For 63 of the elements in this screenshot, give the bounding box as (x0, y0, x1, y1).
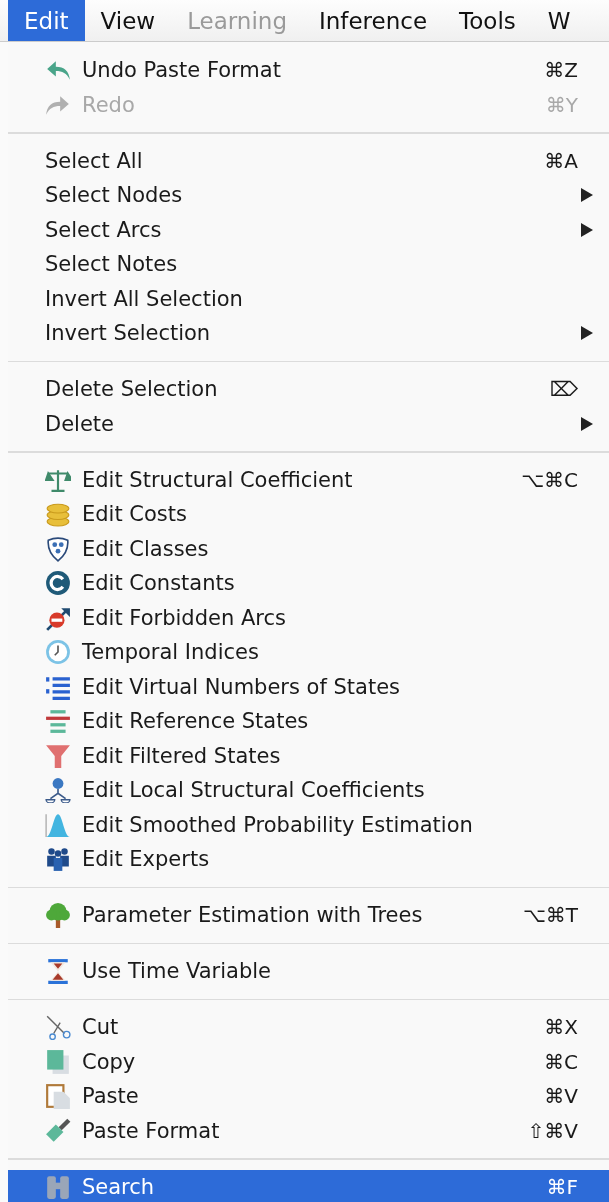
submenu-arrow-icon (580, 188, 593, 203)
menu-bar-item[interactable]: Tools (443, 0, 532, 41)
menu-item[interactable]: Select All ⌘A (8, 143, 609, 178)
menu-item[interactable]: Edit Costs (8, 497, 609, 532)
brush-icon (45, 1117, 71, 1144)
menu-item[interactable]: Cut ⌘X (8, 1010, 609, 1045)
menu-item[interactable]: Delete (8, 406, 609, 441)
bell-curve-icon (45, 811, 71, 838)
menu-item[interactable]: Select Arcs (8, 212, 609, 247)
menu-item[interactable]: Undo Paste Format ⌘Z (8, 53, 609, 88)
shortcut-label: ⌦ (549, 377, 578, 402)
menu-item[interactable]: Edit Constants (8, 566, 609, 601)
menu-item[interactable]: Temporal Indices (8, 635, 609, 670)
menu-bar-item[interactable]: W (531, 0, 587, 41)
people-icon (45, 846, 71, 873)
menu-item[interactable]: Invert Selection (8, 316, 609, 351)
menu-item[interactable]: Paste Format ⇧⌘V (8, 1113, 609, 1148)
shortcut-label: ⌘V (544, 1084, 578, 1109)
menu-item[interactable]: Select Nodes (8, 178, 609, 213)
shortcut-label: ⌘C (544, 1049, 578, 1074)
shortcut-label: ⇧⌘V (527, 1118, 578, 1143)
menu-item[interactable]: Select Notes (8, 247, 609, 282)
menu-item[interactable]: Edit Smoothed Probability Estimation (8, 807, 609, 842)
menu-bar-item[interactable]: Inference (303, 0, 444, 41)
menu-item[interactable]: Parameter Estimation with Trees ⌥⌘T (8, 898, 609, 933)
menu-item[interactable]: Edit Local Structural Coefficients (8, 773, 609, 808)
copy-icon (45, 1048, 71, 1075)
menu-item[interactable]: Invert All Selection (8, 281, 609, 316)
menu-item[interactable]: Edit Filtered States (8, 738, 609, 773)
shortcut-label: ⌥⌘T (522, 903, 578, 928)
shortcut-label: ⌘F (546, 1174, 578, 1199)
menu-item[interactable]: Edit Experts (8, 842, 609, 877)
shortcut-label: ⌥⌘C (521, 467, 578, 492)
funnel-icon (45, 742, 71, 769)
menu-item[interactable]: Edit Virtual Numbers of States (8, 669, 609, 704)
shield-dots-icon (45, 535, 71, 562)
menu-item[interactable]: Edit Classes (8, 531, 609, 566)
shortcut-label: ⌘Z (544, 58, 578, 83)
shortcut-label: ⌘X (544, 1015, 578, 1040)
node-tree-icon (45, 777, 71, 804)
menu-item[interactable]: Paste ⌘V (8, 1079, 609, 1114)
menu-item[interactable]: Edit Reference States (8, 704, 609, 739)
c-circle-icon (45, 570, 71, 597)
menu-item[interactable]: Copy ⌘C (8, 1044, 609, 1079)
submenu-arrow-icon (580, 326, 593, 341)
menu-item[interactable]: Edit Structural Coefficient ⌥⌘C (8, 462, 609, 497)
shortcut-label: ⌘A (544, 148, 578, 173)
clipboard-icon (45, 1083, 71, 1110)
lines-icon (45, 708, 71, 735)
coins-icon (45, 501, 71, 528)
menu-bar-item[interactable]: View (84, 0, 172, 41)
submenu-arrow-icon (580, 222, 593, 237)
shortcut-label: ⌘Y (545, 92, 578, 117)
menu-item[interactable]: Delete Selection ⌦ (8, 372, 609, 407)
clock-icon (45, 639, 71, 666)
submenu-arrow-icon (580, 416, 593, 431)
menu-item[interactable]: Edit Forbidden Arcs (8, 600, 609, 635)
menu-bar-item[interactable]: Edit (8, 0, 85, 41)
scissors-icon (45, 1014, 71, 1041)
tree-icon (45, 902, 71, 929)
menu-item[interactable]: Use Time Variable (8, 954, 609, 989)
hourglass-icon (45, 958, 71, 985)
menu-item[interactable]: Search ⌘F (8, 1169, 609, 1202)
